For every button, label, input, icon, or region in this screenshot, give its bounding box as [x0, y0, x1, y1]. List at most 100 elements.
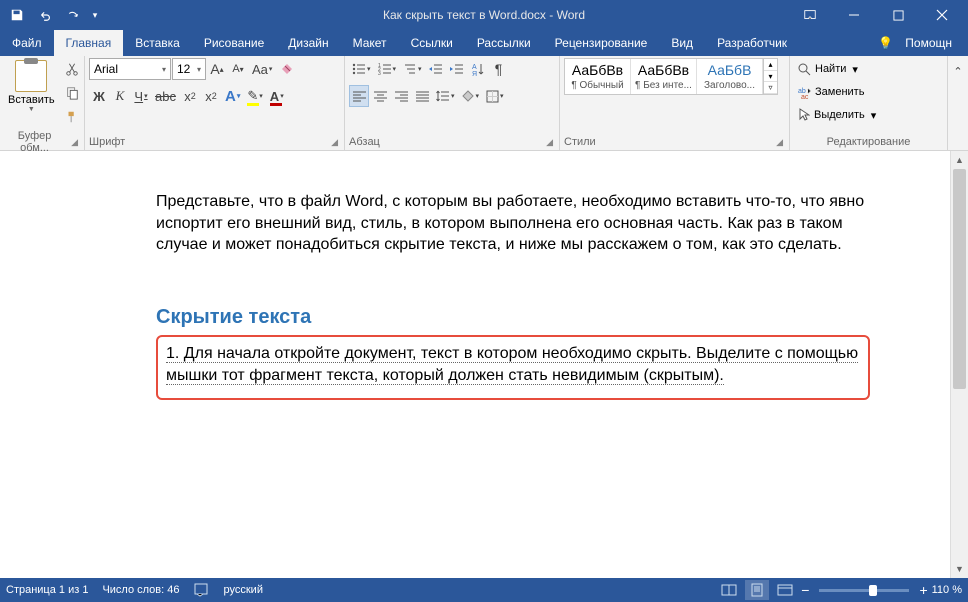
scroll-down-button[interactable]: ▼ — [951, 560, 968, 578]
vertical-scrollbar[interactable]: ▲ ▼ — [950, 151, 968, 578]
tab-draw[interactable]: Рисование — [192, 30, 276, 56]
replace-icon: abac — [798, 86, 811, 99]
grow-font-button[interactable]: A▴ — [207, 58, 227, 80]
superscript-button[interactable]: x2 — [201, 85, 221, 107]
tab-mailings[interactable]: Рассылки — [465, 30, 543, 56]
style-scroll-down[interactable]: ▾ — [764, 71, 777, 83]
tab-view[interactable]: Вид — [659, 30, 705, 56]
align-center-button[interactable] — [370, 85, 390, 107]
tab-references[interactable]: Ссылки — [399, 30, 465, 56]
multilevel-list-button[interactable]: ▾ — [400, 58, 425, 80]
close-button[interactable] — [920, 1, 964, 29]
numbering-button[interactable]: 123▾ — [375, 58, 400, 80]
decrease-indent-button[interactable] — [426, 58, 446, 80]
read-mode-button[interactable] — [717, 580, 741, 600]
style-normal[interactable]: АаБбВв ¶ Обычный — [565, 59, 631, 94]
styles-group-label: Стили — [564, 136, 596, 148]
font-dialog-launcher[interactable]: ◢ — [329, 137, 340, 148]
style-heading1[interactable]: АаБбВ Заголово... — [697, 59, 763, 94]
search-icon — [798, 63, 811, 76]
document-page[interactable]: Представьте, что в файл Word, с которым … — [0, 151, 950, 578]
styles-dialog-launcher[interactable]: ◢ — [774, 137, 785, 148]
borders-button[interactable]: ▾ — [483, 85, 507, 107]
intro-paragraph: Представьте, что в файл Word, с которым … — [156, 191, 870, 256]
shading-button[interactable]: ▾ — [459, 85, 483, 107]
tab-layout[interactable]: Макет — [341, 30, 399, 56]
undo-button[interactable] — [32, 2, 58, 28]
page-indicator[interactable]: Страница 1 из 1 — [6, 584, 88, 596]
tab-design[interactable]: Дизайн — [276, 30, 340, 56]
scroll-up-button[interactable]: ▲ — [951, 151, 968, 169]
zoom-in-button[interactable]: + — [919, 582, 927, 598]
find-button[interactable]: Найти▾ — [794, 58, 880, 80]
tell-me[interactable]: Помощн — [899, 36, 958, 50]
cut-button[interactable] — [61, 58, 83, 80]
align-right-button[interactable] — [391, 85, 411, 107]
font-name-combo[interactable]: Arial▾ — [89, 58, 171, 80]
spellcheck-button[interactable] — [194, 583, 210, 597]
clipboard-dialog-launcher[interactable]: ◢ — [69, 137, 80, 148]
word-count[interactable]: Число слов: 46 — [102, 584, 179, 596]
paragraph-group-label: Абзац — [349, 136, 380, 148]
underline-button[interactable]: Ч▾ — [131, 85, 151, 107]
subscript-button[interactable]: x2 — [180, 85, 200, 107]
section-heading: Скрытие текста — [156, 306, 870, 329]
align-left-button[interactable] — [349, 85, 369, 107]
ribbon: Вставить ▼ Буфер обм...◢ Arial▾ 12▾ A▴ A… — [0, 56, 968, 151]
svg-text:A: A — [472, 64, 477, 71]
tab-file[interactable]: Файл — [0, 30, 54, 56]
style-expand[interactable]: ▿ — [764, 82, 777, 94]
ribbon-options-button[interactable] — [788, 1, 832, 29]
tab-insert[interactable]: Вставка — [123, 30, 192, 56]
editing-group-label: Редактирование — [827, 136, 911, 148]
show-marks-button[interactable]: ¶ — [489, 58, 509, 80]
highlight-color-button[interactable]: ✎▾ — [244, 85, 265, 107]
tab-developer[interactable]: Разработчик — [705, 30, 799, 56]
redo-button[interactable] — [60, 2, 86, 28]
copy-button[interactable] — [61, 82, 83, 104]
shrink-font-button[interactable]: A▾ — [228, 58, 248, 80]
svg-text:Я: Я — [472, 71, 477, 76]
line-spacing-button[interactable]: ▾ — [433, 85, 458, 107]
font-group-label: Шрифт — [89, 136, 125, 148]
selected-text: 1. Для начала откройте документ, текст в… — [166, 343, 860, 388]
bold-button[interactable]: Ж — [89, 85, 109, 107]
justify-button[interactable] — [412, 85, 432, 107]
bullets-button[interactable]: ▾ — [349, 58, 374, 80]
font-size-combo[interactable]: 12▾ — [172, 58, 206, 80]
zoom-slider[interactable] — [819, 589, 909, 592]
text-effects-button[interactable]: A▾ — [222, 85, 243, 107]
print-layout-button[interactable] — [745, 580, 769, 600]
sort-button[interactable]: AЯ — [468, 58, 488, 80]
highlighted-instruction-box: 1. Для начала откройте документ, текст в… — [156, 335, 870, 400]
collapse-ribbon-button[interactable]: ⌃ — [948, 60, 968, 82]
web-layout-button[interactable] — [773, 580, 797, 600]
zoom-level[interactable]: 110 % — [932, 584, 962, 596]
style-no-spacing[interactable]: АаБбВв ¶ Без инте... — [631, 59, 697, 94]
strikethrough-button[interactable]: abc — [152, 85, 179, 107]
select-button[interactable]: Выделить▾ — [794, 104, 880, 126]
cursor-icon — [798, 108, 810, 122]
clipboard-icon — [15, 60, 47, 92]
svg-text:3: 3 — [378, 71, 381, 75]
language-indicator[interactable]: русский — [224, 584, 263, 596]
tab-review[interactable]: Рецензирование — [543, 30, 660, 56]
paragraph-dialog-launcher[interactable]: ◢ — [544, 137, 555, 148]
tab-home[interactable]: Главная — [54, 30, 124, 56]
scroll-thumb[interactable] — [953, 169, 966, 389]
font-color-button[interactable]: A▾ — [267, 85, 287, 107]
paste-button[interactable]: Вставить ▼ — [4, 58, 59, 115]
style-scroll-up[interactable]: ▴ — [764, 59, 777, 71]
qat-customize[interactable]: ▾ — [88, 2, 102, 28]
maximize-button[interactable] — [876, 1, 920, 29]
minimize-button[interactable] — [832, 1, 876, 29]
format-painter-button[interactable] — [61, 106, 83, 128]
italic-button[interactable]: К — [110, 85, 130, 107]
replace-button[interactable]: abac Заменить — [794, 81, 880, 103]
save-button[interactable] — [4, 2, 30, 28]
svg-text:ac: ac — [801, 94, 809, 99]
clear-formatting-button[interactable] — [276, 58, 298, 80]
change-case-button[interactable]: Aa▾ — [249, 58, 275, 80]
increase-indent-button[interactable] — [447, 58, 467, 80]
zoom-out-button[interactable]: − — [801, 582, 809, 598]
